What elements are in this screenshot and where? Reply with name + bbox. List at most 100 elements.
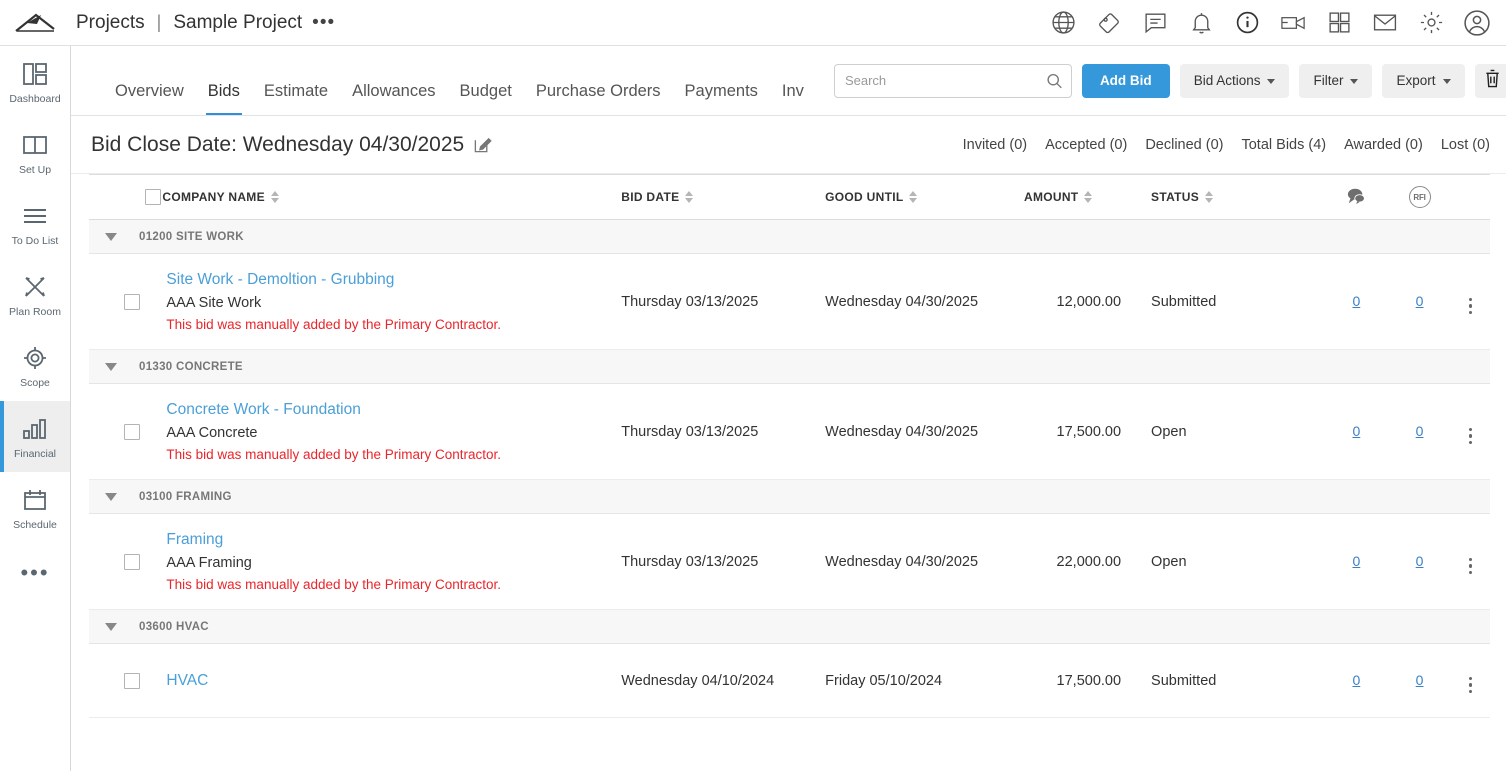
- bid-title-link[interactable]: Site Work - Demoltion - Grubbing: [166, 271, 617, 289]
- delete-button[interactable]: [1474, 63, 1506, 98]
- row-menu-icon[interactable]: [1468, 427, 1473, 444]
- sidebar-item-set-up[interactable]: Set Up: [0, 117, 70, 188]
- row-select-cell[interactable]: [89, 513, 163, 610]
- row-actions-cell[interactable]: [1451, 513, 1490, 610]
- row-status: Open: [1131, 513, 1325, 610]
- user-avatar-icon[interactable]: [1462, 8, 1492, 38]
- chevron-down-icon[interactable]: [105, 622, 117, 631]
- tab-estimate[interactable]: Estimate: [252, 68, 340, 116]
- row-checkbox[interactable]: [123, 553, 140, 570]
- tag-icon[interactable]: [1094, 8, 1124, 38]
- comments-count-link[interactable]: 0: [1352, 293, 1360, 309]
- sort-icon[interactable]: [270, 191, 279, 203]
- rfi-count-link[interactable]: 0: [1416, 293, 1424, 309]
- sort-icon[interactable]: [1084, 191, 1093, 203]
- breadcrumb-more-icon[interactable]: •••: [312, 13, 335, 32]
- row-checkbox[interactable]: [123, 293, 140, 310]
- main-content: Overview Bids Estimate Allowances Budget…: [71, 46, 1506, 771]
- tab-invoices[interactable]: Inv: [770, 68, 816, 116]
- rfi-count-link[interactable]: 0: [1416, 553, 1424, 569]
- export-dropdown[interactable]: Export: [1382, 63, 1465, 98]
- sidebar-item-schedule[interactable]: Schedule: [0, 472, 70, 543]
- search-input[interactable]: [834, 64, 1071, 97]
- row-select-cell[interactable]: [89, 253, 163, 350]
- breadcrumb-projects[interactable]: Projects: [76, 12, 145, 34]
- bid-title-link[interactable]: Framing: [166, 531, 617, 549]
- tab-allowances[interactable]: Allowances: [340, 68, 447, 116]
- edit-pencil-icon[interactable]: [473, 135, 492, 154]
- chevron-down-icon[interactable]: [105, 362, 117, 371]
- globe-icon[interactable]: [1048, 8, 1078, 38]
- sidebar-item-dashboard[interactable]: Dashboard: [0, 46, 70, 117]
- chevron-down-icon[interactable]: [105, 232, 117, 241]
- sidebar-more-icon[interactable]: •••: [0, 543, 70, 603]
- row-checkbox[interactable]: [123, 672, 140, 689]
- row-actions-cell[interactable]: [1451, 253, 1490, 350]
- header-amount[interactable]: AMOUNT: [1023, 174, 1132, 220]
- row-actions-cell[interactable]: [1451, 643, 1490, 718]
- group-row[interactable]: 03600 HVAC: [89, 609, 1490, 644]
- bid-actions-dropdown[interactable]: Bid Actions: [1179, 63, 1290, 98]
- comments-count-link[interactable]: 0: [1352, 423, 1360, 439]
- rfi-count-link[interactable]: 0: [1416, 423, 1424, 439]
- chevron-down-icon: [1442, 79, 1451, 84]
- tab-payments[interactable]: Payments: [673, 68, 770, 116]
- app-logo[interactable]: [0, 0, 70, 46]
- row-menu-icon[interactable]: [1468, 676, 1473, 693]
- stat-invited: Invited (0): [962, 136, 1028, 153]
- comments-count-link[interactable]: 0: [1352, 672, 1360, 688]
- row-menu-icon[interactable]: [1468, 557, 1473, 574]
- table-row[interactable]: HVAC Wednesday 04/10/2024 Friday 05/10/2…: [89, 643, 1490, 718]
- row-actions-cell[interactable]: [1451, 383, 1490, 480]
- chevron-down-icon[interactable]: [105, 492, 117, 501]
- row-checkbox[interactable]: [123, 423, 140, 440]
- tab-budget[interactable]: Budget: [448, 68, 524, 116]
- comments-count-link[interactable]: 0: [1352, 553, 1360, 569]
- chat-icon[interactable]: [1140, 8, 1170, 38]
- tab-overview[interactable]: Overview: [103, 68, 196, 116]
- sidebar-item-financial[interactable]: Financial: [0, 401, 70, 472]
- sidebar-item-plan-room[interactable]: Plan Room: [0, 259, 70, 330]
- header-select-all[interactable]: [89, 174, 163, 220]
- sort-icon[interactable]: [685, 191, 694, 203]
- video-icon[interactable]: [1278, 8, 1308, 38]
- sidebar-item-to-do-list[interactable]: To Do List: [0, 188, 70, 259]
- mail-icon[interactable]: [1370, 8, 1400, 38]
- sort-icon[interactable]: [909, 191, 918, 203]
- breadcrumb-project-name[interactable]: Sample Project: [173, 12, 302, 34]
- grid-icon[interactable]: [1324, 8, 1354, 38]
- bid-title-link[interactable]: HVAC: [166, 672, 617, 690]
- bid-close-date-bar: Bid Close Date: Wednesday 04/30/2025 Inv…: [71, 116, 1506, 174]
- row-select-cell[interactable]: [89, 383, 163, 480]
- header-bid-date[interactable]: BID DATE: [621, 174, 826, 220]
- header-status[interactable]: STATUS: [1131, 174, 1325, 220]
- tab-purchase-orders[interactable]: Purchase Orders: [524, 68, 673, 116]
- row-rfi-cell: 0: [1387, 383, 1452, 480]
- row-menu-icon[interactable]: [1468, 297, 1473, 314]
- row-select-cell[interactable]: [89, 643, 163, 718]
- info-icon[interactable]: [1232, 8, 1262, 38]
- search-icon[interactable]: [1046, 72, 1063, 89]
- bell-icon[interactable]: [1186, 8, 1216, 38]
- tab-bids[interactable]: Bids: [196, 68, 252, 115]
- table-row[interactable]: Site Work - Demoltion - Grubbing AAA Sit…: [89, 253, 1490, 350]
- book-icon: [21, 130, 49, 160]
- group-row[interactable]: 01200 SITE WORK: [89, 219, 1490, 254]
- breadcrumb-separator: |: [156, 12, 162, 32]
- group-row[interactable]: 01330 CONCRETE: [89, 349, 1490, 384]
- select-all-checkbox[interactable]: [145, 189, 161, 205]
- sidebar-item-scope[interactable]: Scope: [0, 330, 70, 401]
- add-bid-button[interactable]: Add Bid: [1081, 63, 1170, 98]
- header-good-until[interactable]: GOOD UNTIL: [825, 174, 1024, 220]
- bid-title-link[interactable]: Concrete Work - Foundation: [166, 401, 617, 419]
- rfi-count-link[interactable]: 0: [1416, 672, 1424, 688]
- header-company-name[interactable]: COMPANY NAME: [162, 174, 622, 220]
- stat-declined: Declined (0): [1145, 136, 1224, 153]
- sort-icon[interactable]: [1205, 191, 1214, 203]
- table-row[interactable]: Concrete Work - Foundation AAA Concrete …: [89, 383, 1490, 480]
- search-box[interactable]: [833, 63, 1072, 98]
- group-row[interactable]: 03100 FRAMING: [89, 479, 1490, 514]
- gear-icon[interactable]: [1416, 8, 1446, 38]
- table-row[interactable]: Framing AAA Framing This bid was manuall…: [89, 513, 1490, 610]
- filter-dropdown[interactable]: Filter: [1299, 63, 1373, 98]
